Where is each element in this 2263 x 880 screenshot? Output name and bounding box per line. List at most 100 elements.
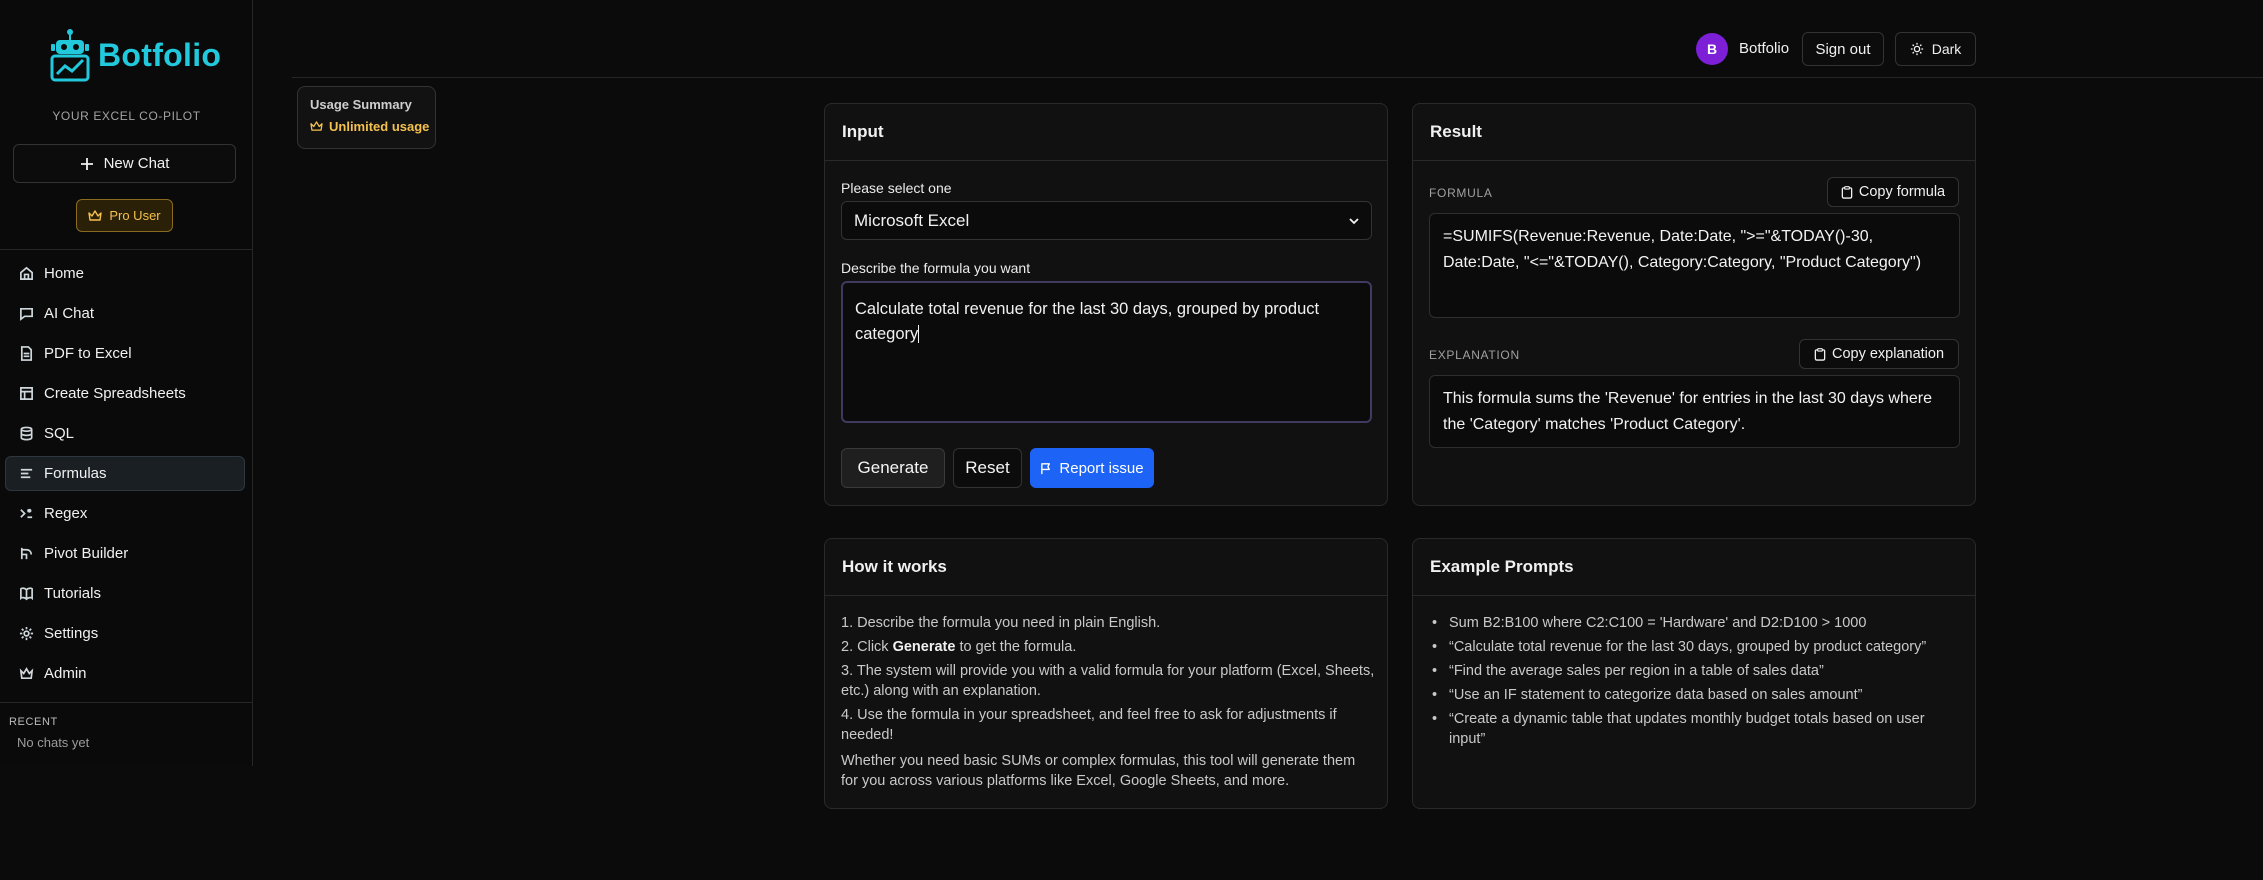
sidebar-item-regex[interactable]: Regex xyxy=(5,496,245,531)
sidebar-item-label: Settings xyxy=(44,625,99,642)
formula-description-input[interactable]: Calculate total revenue for the last 30 … xyxy=(841,281,1372,423)
sidebar-item-label: Formulas xyxy=(44,465,107,482)
how-it-works-card: How it works 1. Describe the formula you… xyxy=(824,538,1388,809)
sidebar-item-label: Regex xyxy=(44,505,88,522)
crown-icon xyxy=(310,121,323,131)
select-label: Please select one xyxy=(841,180,952,196)
file-icon xyxy=(20,346,33,361)
clipboard-icon xyxy=(1841,185,1853,199)
report-issue-label: Report issue xyxy=(1059,459,1144,477)
generate-button[interactable]: Generate xyxy=(841,448,945,488)
how-it-works-title: How it works xyxy=(825,539,1387,596)
list-item[interactable]: “Use an IF statement to categorize data … xyxy=(1429,685,1964,705)
formula-output[interactable]: =SUMIFS(Revenue:Revenue, Date:Date, ">="… xyxy=(1429,213,1960,318)
how-it-works-closing: Whether you need basic SUMs or complex f… xyxy=(841,753,1356,789)
chat-icon xyxy=(20,307,33,321)
formula-description-text: Calculate total revenue for the last 30 … xyxy=(855,300,1320,343)
usage-summary: Usage Summary Unlimited usage xyxy=(297,86,436,149)
reset-button[interactable]: Reset xyxy=(953,448,1022,488)
crown-icon xyxy=(19,667,34,680)
list-item[interactable]: “Find the average sales per region in a … xyxy=(1429,661,1964,681)
sidebar-item-tutorials[interactable]: Tutorials xyxy=(5,576,245,611)
step-2: 2. Click Generate to get the formula. xyxy=(841,637,1376,657)
sidebar-item-label: Tutorials xyxy=(44,585,101,602)
sidebar-item-label: Home xyxy=(44,265,85,282)
sidebar-item-sql[interactable]: SQL xyxy=(5,416,245,451)
copy-explanation-button[interactable]: Copy explanation xyxy=(1799,339,1959,369)
sidebar-item-settings[interactable]: Settings xyxy=(5,616,245,651)
gear-icon xyxy=(19,626,34,641)
sidebar-divider xyxy=(0,249,253,250)
recent-empty-text: No chats yet xyxy=(17,735,90,750)
theme-toggle-button[interactable]: Dark xyxy=(1895,32,1976,66)
sidebar-item-label: Pivot Builder xyxy=(44,545,129,562)
chevron-down-icon xyxy=(1349,217,1359,224)
sign-out-button[interactable]: Sign out xyxy=(1802,32,1884,66)
book-icon xyxy=(20,587,33,601)
table-icon xyxy=(20,387,33,400)
database-icon xyxy=(20,426,33,441)
formula-icon xyxy=(20,468,33,479)
brand-logo[interactable]: Botfolio xyxy=(48,28,221,82)
how-it-works-steps: 1. Describe the formula you need in plai… xyxy=(841,613,1376,795)
result-card-title: Result xyxy=(1413,104,1975,161)
sidebar-nav: Home AI Chat PDF to Excel Create Spreads… xyxy=(5,256,245,696)
sidebar-divider xyxy=(0,702,253,703)
usage-title: Usage Summary xyxy=(310,97,412,112)
new-chat-button[interactable]: New Chat xyxy=(13,144,236,183)
sidebar-item-label: SQL xyxy=(44,425,75,442)
crown-icon xyxy=(88,209,103,221)
recent-title: RECENT xyxy=(9,716,58,728)
list-item[interactable]: “Create a dynamic table that updates mon… xyxy=(1429,709,1964,749)
platform-select[interactable]: Microsoft Excel xyxy=(841,201,1372,240)
sidebar-item-pivot-builder[interactable]: Pivot Builder xyxy=(5,536,245,571)
user-name: Botfolio xyxy=(1739,40,1790,57)
robot-chart-icon xyxy=(50,29,90,82)
sidebar-item-create-spreadsheets[interactable]: Create Spreadsheets xyxy=(5,376,245,411)
input-card-title: Input xyxy=(825,104,1387,161)
sidebar-item-admin[interactable]: Admin xyxy=(5,656,245,691)
explanation-output[interactable]: This formula sums the 'Revenue' for entr… xyxy=(1429,375,1960,448)
pro-user-badge[interactable]: Pro User xyxy=(76,199,173,232)
list-item[interactable]: Sum B2:B100 where C2:C100 = 'Hardware' a… xyxy=(1429,613,1964,633)
sidebar-item-label: PDF to Excel xyxy=(44,345,132,362)
describe-label: Describe the formula you want xyxy=(841,260,1031,276)
step-2-prefix: 2. Click xyxy=(841,639,893,655)
pro-user-label: Pro User xyxy=(109,208,161,223)
copy-formula-button[interactable]: Copy formula xyxy=(1827,177,1959,207)
avatar[interactable]: B xyxy=(1696,33,1728,65)
plus-icon xyxy=(80,157,93,170)
new-chat-label: New Chat xyxy=(103,155,170,172)
text-cursor xyxy=(918,325,920,343)
flag-icon xyxy=(1041,462,1051,474)
brand-tagline: YOUR EXCEL CO-PILOT xyxy=(52,109,201,123)
result-card: Result FORMULA Copy formula =SUMIFS(Reve… xyxy=(1412,103,1976,506)
sidebar-item-label: Create Spreadsheets xyxy=(44,385,186,402)
regex-icon xyxy=(20,508,33,519)
sidebar-item-ai-chat[interactable]: AI Chat xyxy=(5,296,245,331)
pivot-icon xyxy=(20,547,33,560)
sidebar-item-home[interactable]: Home xyxy=(5,256,245,291)
step-1: 1. Describe the formula you need in plai… xyxy=(841,615,1161,631)
sun-icon xyxy=(1910,42,1923,56)
sidebar-item-pdf-to-excel[interactable]: PDF to Excel xyxy=(5,336,245,371)
example-prompts-list: Sum B2:B100 where C2:C100 = 'Hardware' a… xyxy=(1429,613,1964,753)
step-4: 4. Use the formula in your spreadsheet, … xyxy=(841,707,1337,743)
example-prompts-card: Example Prompts Sum B2:B100 where C2:C10… xyxy=(1412,538,1976,809)
step-2-bold: Generate xyxy=(892,639,956,655)
sidebar-item-formulas[interactable]: Formulas xyxy=(5,456,245,491)
sidebar-item-label: Admin xyxy=(44,665,87,682)
copy-formula-label: Copy formula xyxy=(1858,184,1946,200)
report-issue-button[interactable]: Report issue xyxy=(1030,448,1154,488)
input-card: Input Please select one Microsoft Excel … xyxy=(824,103,1388,506)
brand-name: Botfolio xyxy=(98,36,222,73)
explanation-section-label: EXPLANATION xyxy=(1429,348,1520,362)
copy-explanation-label: Copy explanation xyxy=(1831,346,1945,362)
formula-section-label: FORMULA xyxy=(1429,186,1493,200)
example-prompts-title: Example Prompts xyxy=(1413,539,1975,596)
step-3: 3. The system will provide you with a va… xyxy=(841,663,1375,699)
step-2-suffix: to get the formula. xyxy=(955,639,1077,655)
usage-badge: Unlimited usage xyxy=(310,119,435,134)
theme-label: Dark xyxy=(1931,41,1962,57)
list-item[interactable]: “Calculate total revenue for the last 30… xyxy=(1429,637,1964,657)
